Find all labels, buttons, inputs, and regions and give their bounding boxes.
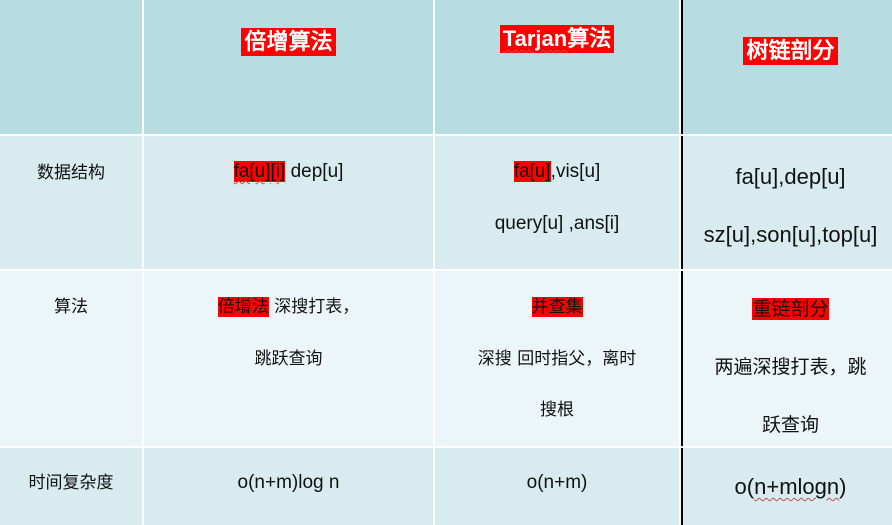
cell-text: query[u] ,ans[i] [494,213,620,234]
cell-text: sz[u],son[u],top[u] [703,222,878,247]
row-complexity-doubling: o(n+m)log n [144,448,433,525]
highlight-text: fa[u] [513,161,551,182]
row-data-structure-doubling: fa[u][i] dep[u] [144,136,433,269]
row-complexity-hld: o(n+mlogn) [681,448,892,525]
cell-text: 跃查询 [761,414,819,436]
header-tarjan-latin: Tarjan [502,26,568,51]
header-hld-title: 树链剖分 [743,37,838,65]
row-algorithm-doubling: 倍增法 深搜打表， 跳跃查询 [144,271,433,446]
row-label: 时间复杂度 [28,473,114,493]
row-algorithm-tarjan: 并查集 深搜 回时指父，离时 搜根 [435,271,679,446]
highlight-text: fa[u][i] [233,161,286,182]
header-blank-cell [0,0,142,134]
row-label: 算法 [54,297,88,317]
header-tarjan: Tarjan算法 [435,0,679,134]
row-complexity-label: 时间复杂度 [0,448,142,525]
comparison-table: 倍增算法 Tarjan算法 树链剖分 数据结构 fa[u][i] dep[u] … [0,0,892,525]
header-doubling-title: 倍增算法 [241,28,336,56]
row-data-structure-label: 数据结构 [0,136,142,269]
row-data-structure-tarjan: fa[u],vis[u] query[u] ,ans[i] [435,136,679,269]
cell-text: 深搜 回时指父，离时 [477,349,637,369]
cell-text: ,vis[u] [550,161,601,182]
highlight-text: 重链剖分 [752,298,829,320]
cell-text: o( [734,474,755,499]
cell-text: 搜根 [540,400,574,420]
header-doubling: 倍增算法 [144,0,433,134]
row-algorithm-label: 算法 [0,271,142,446]
header-hld: 树链剖分 [681,0,892,134]
cell-text: 跳跃查询 [254,349,323,369]
cell-text: ) [839,474,847,499]
highlight-text: 并查集 [531,297,583,317]
cell-text: 深搜打表， [268,297,360,317]
row-algorithm-hld: 重链剖分 两遍深搜打表，跳 跃查询 [681,271,892,446]
cell-text: o(n+m) [526,472,588,493]
row-label: 数据结构 [37,163,105,183]
highlight-text: 倍增法 [217,297,269,317]
header-tarjan-title: Tarjan算法 [499,25,615,53]
row-data-structure-hld: fa[u],dep[u] sz[u],son[u],top[u] [681,136,892,269]
cell-text-underlined: n+mlogn [754,474,840,499]
cell-text: 两遍深搜打表，跳 [714,356,867,378]
row-complexity-tarjan: o(n+m) [435,448,679,525]
header-tarjan-suffix: 算法 [567,26,612,52]
cell-text: fa[u],dep[u] [735,164,846,189]
cell-text: o(n+m)log n [237,472,340,493]
cell-text: dep[u] [285,161,344,182]
